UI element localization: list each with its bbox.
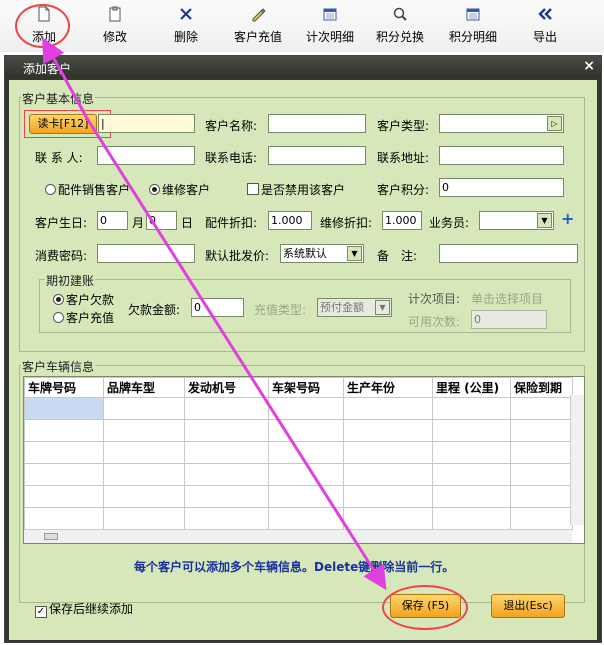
arrow-to-save: [86, 119, 387, 591]
arrow-to-add: [42, 37, 90, 121]
annotation-arrows: [42, 37, 387, 591]
